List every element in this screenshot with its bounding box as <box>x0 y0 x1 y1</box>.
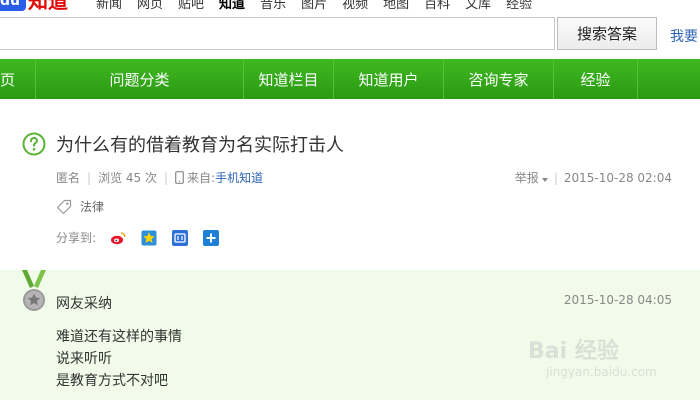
qzone-icon[interactable] <box>141 229 158 246</box>
nav-filler <box>638 59 700 99</box>
report-button[interactable]: 举报 <box>515 169 548 186</box>
nav-jingyan[interactable]: 经验 <box>554 59 638 99</box>
tieba-icon[interactable] <box>172 229 189 246</box>
answer-user: 网友采纳 <box>56 296 112 312</box>
medal-icon <box>22 270 46 311</box>
tag-icon <box>56 199 72 214</box>
nav-zhidao-columns[interactable]: 知道栏目 <box>244 59 334 99</box>
nav-home[interactable]: 页 <box>0 59 36 99</box>
topnav-zhidao[interactable]: 知道 <box>219 0 245 12</box>
report-label: 举报 <box>514 171 539 185</box>
share-row: 分享到: <box>56 229 234 246</box>
nav-consult-experts[interactable]: 咨询专家 <box>444 59 554 99</box>
answer-line: 难道还有这样的事情 <box>56 329 182 345</box>
nav-question-categories[interactable]: 问题分类 <box>36 59 244 99</box>
question-title: 为什么有的借着教育为名实际打击人 <box>56 135 344 156</box>
question-source-link[interactable]: 手机知道 <box>215 169 263 186</box>
meta-separator: | <box>87 170 92 185</box>
question-mark-icon <box>22 132 46 156</box>
baidu-zhidao-logo[interactable]: du 知道 <box>0 0 68 11</box>
topnav-news[interactable]: 新闻 <box>96 0 122 12</box>
watermark-logo-text: Bai 经验 <box>528 339 619 364</box>
topnav-tieba[interactable]: 贴吧 <box>178 0 204 12</box>
logo-du: du <box>0 0 26 11</box>
topnav-jingyan[interactable]: 经验 <box>506 0 532 12</box>
weibo-icon[interactable] <box>110 229 127 246</box>
question-time: 2015-10-28 02:04 <box>563 170 672 185</box>
question-source-label: 来自: <box>187 171 216 185</box>
meta-separator: | <box>163 170 169 185</box>
top-nav: 新闻 网页 贴吧 知道 音乐 图片 视频 地图 百科 文库 经验 <box>96 0 547 12</box>
tag-law[interactable]: 法律 <box>80 198 104 215</box>
topnav-wenku[interactable]: 文库 <box>465 0 491 12</box>
ask-question-link[interactable]: 我要 <box>670 26 698 46</box>
nav-zhidao-users[interactable]: 知道用户 <box>334 59 444 99</box>
topnav-video[interactable]: 视频 <box>342 0 368 12</box>
topnav-web[interactable]: 网页 <box>137 0 163 12</box>
answer-time: 2015-10-28 04:05 <box>563 293 672 307</box>
search-input[interactable] <box>0 17 555 50</box>
question-tags: 法律 <box>56 198 104 215</box>
question-meta: 匿名 | 浏览 45 次 | 来自: 手机知道 <box>56 169 263 186</box>
baidu-jingyan-watermark: Bai 经验 jingyan.baidu.com <box>528 333 658 383</box>
search-answer-button[interactable]: 搜索答案 <box>557 17 657 50</box>
top-bar: du 知道 新闻 网页 贴吧 知道 音乐 图片 视频 地图 百科 文库 经验 搜… <box>0 0 700 52</box>
logo-zhidao-text: 知道 <box>28 0 68 13</box>
topnav-music[interactable]: 音乐 <box>260 0 286 12</box>
topnav-map[interactable]: 地图 <box>383 0 409 12</box>
main-nav: 页 问题分类 知道栏目 知道用户 咨询专家 经验 <box>0 59 700 99</box>
topnav-images[interactable]: 图片 <box>301 0 327 12</box>
answer-line: 是教育方式不对吧 <box>56 373 168 389</box>
share-label: 分享到: <box>56 231 97 245</box>
question-views: 浏览 45 次 <box>98 171 157 185</box>
question-meta-right: 举报 | 2015-10-28 02:04 <box>515 169 672 186</box>
chevron-down-icon <box>541 178 548 182</box>
topnav-baike[interactable]: 百科 <box>424 0 450 12</box>
answer-content: 难道还有这样的事情 说来听听 是教育方式不对吧 <box>56 327 182 393</box>
answer-line: 说来听听 <box>56 351 112 367</box>
question-author: 匿名 <box>56 171 81 185</box>
phone-icon <box>175 171 184 184</box>
watermark-url: jingyan.baidu.com <box>546 365 657 379</box>
more-share-icon[interactable] <box>203 229 220 246</box>
meta-separator: | <box>553 170 558 185</box>
